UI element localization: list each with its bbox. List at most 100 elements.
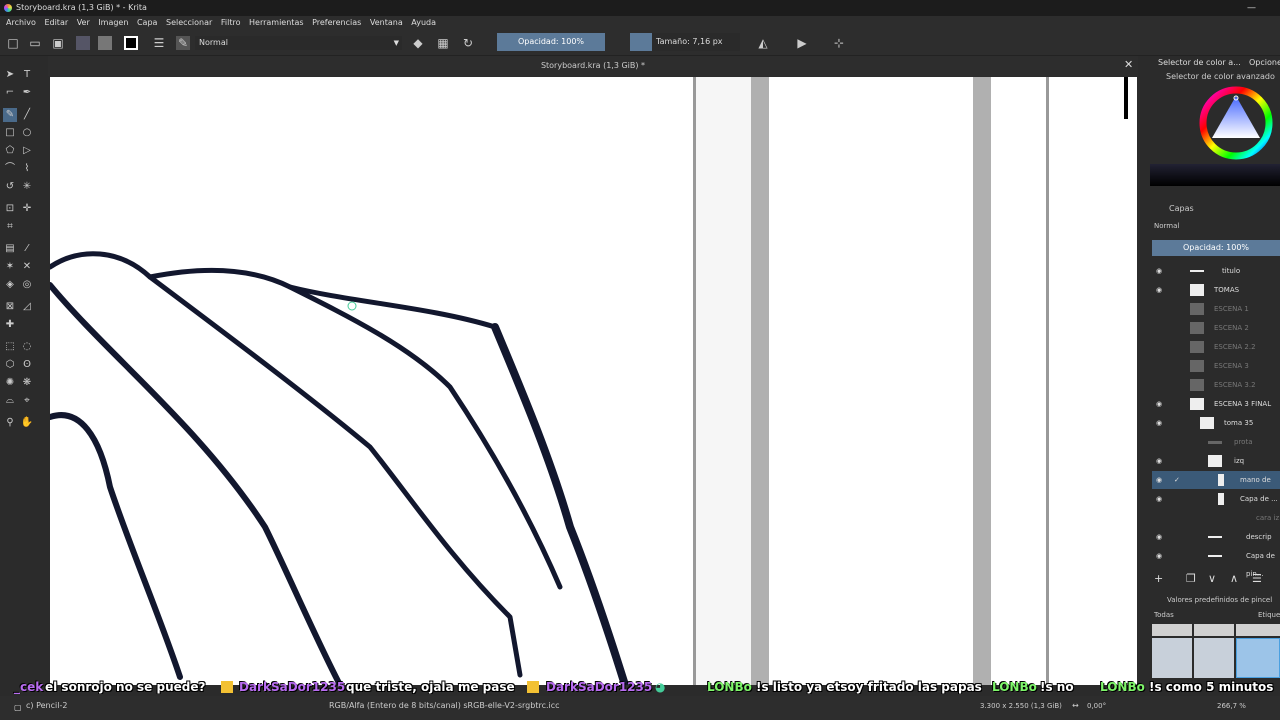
layer-row[interactable]: prota — [1152, 433, 1280, 451]
eye-icon[interactable]: ◉ — [1156, 528, 1162, 546]
pan-tool-icon[interactable]: ✋ — [20, 416, 34, 430]
minimize-icon[interactable]: — — [1247, 0, 1256, 16]
layer-row[interactable]: ESCENA 3.2 — [1152, 376, 1280, 394]
measure-tool-icon[interactable]: ◿ — [20, 300, 34, 314]
polygon-select-icon[interactable]: ⬡ — [3, 358, 17, 372]
menu-filtro[interactable]: Filtro — [221, 16, 241, 30]
color-history-bar[interactable] — [1150, 164, 1280, 186]
similar-select-icon[interactable]: ❋ — [20, 376, 34, 390]
fill-tool-icon[interactable]: ◈ — [3, 278, 17, 292]
layer-row[interactable]: ◉ TOMAS — [1152, 281, 1280, 299]
selected-brush-icon[interactable] — [1236, 638, 1280, 678]
menu-ayuda[interactable]: Ayuda — [411, 16, 436, 30]
new-document-icon[interactable]: □ — [6, 36, 20, 50]
menu-ventana[interactable]: Ventana — [370, 16, 403, 30]
alpha-lock-icon[interactable]: ▦ — [436, 36, 450, 50]
tab-color-selector[interactable]: Selector de color a... — [1158, 58, 1241, 67]
bezier-select-icon[interactable]: ⌓ — [3, 394, 17, 408]
zoom-tool-icon[interactable]: ⚲ — [3, 416, 17, 430]
blend-mode-select[interactable]: Normal ▼ — [195, 36, 402, 50]
freehand-path-icon[interactable]: ⌇ — [20, 162, 34, 176]
menu-archivo[interactable]: Archivo — [6, 16, 36, 30]
dynamic-brush-icon[interactable]: ↺ — [3, 180, 17, 194]
layer-row[interactable]: ◉ ESCENA 3 FINAL — [1152, 395, 1280, 413]
eye-icon[interactable]: ◉ — [1156, 547, 1162, 565]
bezier-tool-icon[interactable]: ⌒ — [3, 162, 17, 176]
layer-row[interactable]: cara iz — [1152, 509, 1280, 527]
layer-row[interactable]: ◉ Capa de ... — [1152, 490, 1280, 508]
document-tab-title[interactable]: Storyboard.kra (1,3 GiB) * — [48, 56, 1138, 76]
reference-tool-icon[interactable]: ⊠ — [3, 300, 17, 314]
smart-patch-icon[interactable]: ✶ — [3, 260, 17, 274]
color-wheel[interactable] — [1196, 84, 1276, 162]
layer-row[interactable]: ESCENA 3 — [1152, 357, 1280, 375]
polygon-tool-icon[interactable]: ⬠ — [3, 144, 17, 158]
save-icon[interactable]: ▣ — [51, 36, 65, 50]
move-tool-icon[interactable]: ✛ — [20, 202, 34, 216]
drawing-canvas[interactable] — [50, 77, 1137, 685]
tab-options[interactable]: Opcione — [1249, 58, 1280, 67]
status-rotation[interactable]: 0,00° — [1087, 696, 1106, 716]
size-slider[interactable]: Tamaño: 7,16 px — [652, 33, 740, 51]
add-layer-icon[interactable]: + — [1154, 572, 1163, 585]
ellipse-select-icon[interactable]: ◌ — [20, 340, 34, 354]
ellipse-tool-icon[interactable]: ○ — [20, 126, 34, 140]
eye-icon[interactable]: ◉ — [1156, 471, 1162, 489]
menu-imagen[interactable]: Imagen — [98, 16, 128, 30]
magnetic-select-icon[interactable]: ⌖ — [20, 394, 34, 408]
layer-opacity-slider[interactable]: Opacidad: 100% — [1152, 240, 1280, 256]
layer-row[interactable]: ◉ izq — [1152, 452, 1280, 470]
menu-editar[interactable]: Editar — [44, 16, 68, 30]
layer-menu-icon[interactable]: ☰ — [1252, 572, 1262, 585]
color-picker-icon[interactable]: ⁄ — [20, 242, 34, 256]
duplicate-layer-icon[interactable]: ❐ — [1186, 572, 1196, 585]
move-up-icon[interactable]: ∧ — [1230, 572, 1238, 585]
layer-row[interactable]: ESCENA 2.2 — [1152, 338, 1280, 356]
freehand-brush-icon[interactable]: ✎ — [3, 108, 17, 122]
brush-preset[interactable] — [1236, 624, 1280, 636]
mirror-vertical-icon[interactable]: ▶ — [795, 36, 809, 50]
menu-herramientas[interactable]: Herramientas — [249, 16, 304, 30]
layer-row[interactable]: ◉ titulo — [1152, 262, 1280, 280]
menu-ver[interactable]: Ver — [77, 16, 90, 30]
layer-row[interactable]: ESCENA 1 — [1152, 300, 1280, 318]
menu-preferencias[interactable]: Preferencias — [312, 16, 361, 30]
close-icon[interactable]: ✕ — [1124, 58, 1133, 71]
crop-tool-icon[interactable]: ⌗ — [3, 220, 17, 234]
rectangle-tool-icon[interactable]: □ — [3, 126, 17, 140]
open-folder-icon[interactable]: ▭ — [28, 36, 42, 50]
gradient-tool-icon[interactable]: ▤ — [3, 242, 17, 256]
status-color-space[interactable]: RGB/Alfa (Entero de 8 bits/canal) sRGB-e… — [329, 696, 560, 716]
transform-tool-icon[interactable]: ⊡ — [3, 202, 17, 216]
wrap-around-icon[interactable]: ⊹ — [832, 36, 846, 50]
pin-tool-icon[interactable]: ✚ — [3, 318, 17, 332]
eye-icon[interactable]: ◉ — [1156, 281, 1162, 299]
brush-settings-icon[interactable]: ☰ — [152, 36, 166, 50]
mirror-horizontal-icon[interactable]: ◭ — [756, 36, 770, 50]
fg-bg-color-icon[interactable] — [124, 36, 138, 50]
layers-blend-mode[interactable]: Normal — [1154, 222, 1179, 230]
layer-row[interactable]: ESCENA 2 — [1152, 319, 1280, 337]
eye-icon[interactable]: ◉ — [1156, 262, 1162, 280]
layer-row[interactable]: ◉ descrip — [1152, 528, 1280, 546]
brush-preset-icon[interactable]: ✎ — [176, 36, 190, 50]
layer-row[interactable]: ◉ Capa de pin... — [1152, 547, 1280, 578]
layer-row[interactable]: ◉ toma 35 — [1152, 414, 1280, 432]
brush-tag-select[interactable]: Etique — [1258, 611, 1280, 619]
layer-row-selected[interactable]: ◉ ✓ mano de — [1152, 471, 1280, 489]
assistant-tool-icon[interactable]: ✕ — [20, 260, 34, 274]
eye-icon[interactable]: ◉ — [1156, 452, 1162, 470]
eye-icon[interactable]: ◉ — [1156, 395, 1162, 413]
brush-preset[interactable] — [1194, 624, 1234, 636]
eye-icon[interactable]: ◉ — [1156, 414, 1162, 432]
multibrush-icon[interactable]: ✳ — [20, 180, 34, 194]
brush-preset[interactable] — [1152, 624, 1192, 636]
enclose-fill-icon[interactable]: ◎ — [20, 278, 34, 292]
line-tool-icon[interactable]: ╱ — [20, 108, 34, 122]
pattern-icon[interactable] — [98, 36, 112, 50]
status-zoom[interactable]: 266,7 % — [1217, 696, 1246, 716]
text-tool-icon[interactable]: T — [20, 68, 34, 82]
status-brush[interactable]: c) Pencil-2 — [26, 696, 67, 716]
pencil-brush-icon[interactable] — [1152, 638, 1192, 678]
contiguous-select-icon[interactable]: ✺ — [3, 376, 17, 390]
